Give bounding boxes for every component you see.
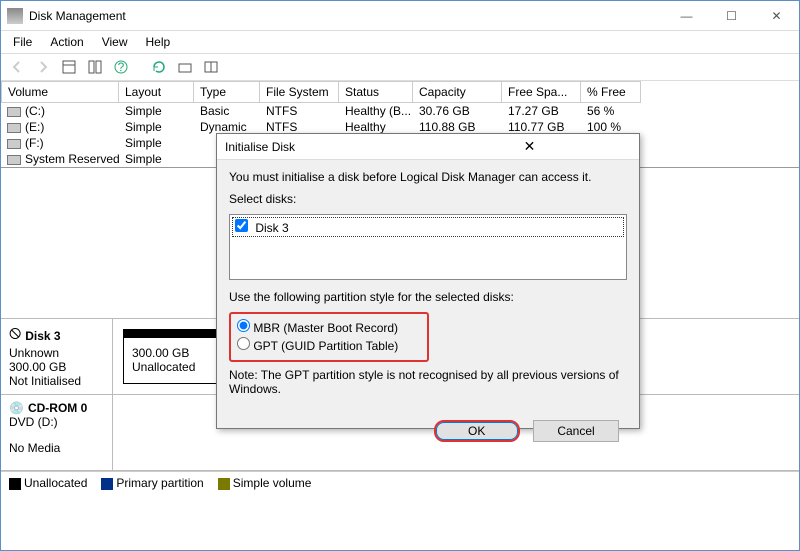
- cancel-button[interactable]: Cancel: [533, 420, 619, 442]
- disk-checkbox[interactable]: [235, 219, 248, 232]
- drive-icon: [7, 139, 21, 149]
- disc-icon: 💿: [9, 401, 24, 415]
- menu-file[interactable]: File: [5, 33, 40, 51]
- col-pct[interactable]: % Free: [581, 81, 641, 103]
- window-title: Disk Management: [29, 9, 664, 23]
- col-type[interactable]: Type: [194, 81, 260, 103]
- dialog-message: You must initialise a disk before Logica…: [229, 170, 627, 184]
- col-free[interactable]: Free Spa...: [502, 81, 581, 103]
- col-filesystem[interactable]: File System: [260, 81, 339, 103]
- col-layout[interactable]: Layout: [119, 81, 194, 103]
- disk-warning-icon: 🛇: [9, 325, 21, 346]
- minimize-button[interactable]: —: [664, 1, 709, 31]
- drive-icon: [7, 107, 21, 117]
- gpt-radio[interactable]: GPT (GUID Partition Table): [237, 336, 421, 354]
- drive-icon: [7, 155, 21, 165]
- title-bar: Disk Management — ☐ ✕: [1, 1, 799, 31]
- disk-list-item[interactable]: Disk 3: [232, 217, 624, 237]
- table-row[interactable]: (C:) Simple Basic NTFS Healthy (B... 30.…: [1, 103, 799, 119]
- dialog-note: Note: The GPT partition style is not rec…: [229, 368, 627, 396]
- forward-button[interactable]: [31, 56, 55, 78]
- grid-header: Volume Layout Type File System Status Ca…: [1, 81, 799, 103]
- mbr-radio[interactable]: MBR (Master Boot Record): [237, 318, 421, 336]
- help-icon[interactable]: ?: [109, 56, 133, 78]
- menu-help[interactable]: Help: [138, 33, 179, 51]
- drive-icon: [7, 123, 21, 133]
- legend: Unallocated Primary partition Simple vol…: [1, 471, 799, 494]
- svg-text:?: ?: [118, 60, 125, 74]
- disk-list[interactable]: Disk 3: [229, 214, 627, 280]
- app-icon: [7, 8, 23, 24]
- dialog-titlebar[interactable]: Initialise Disk ✕: [217, 134, 639, 160]
- close-icon[interactable]: ✕: [428, 138, 631, 155]
- col-status[interactable]: Status: [339, 81, 413, 103]
- partition-style-label: Use the following partition style for th…: [229, 290, 627, 304]
- swatch-simple: [218, 478, 230, 490]
- menu-action[interactable]: Action: [42, 33, 91, 51]
- toolbar: ?: [1, 53, 799, 81]
- ok-button[interactable]: OK: [434, 420, 520, 442]
- toolbar-btn-2[interactable]: [83, 56, 107, 78]
- close-button[interactable]: ✕: [754, 1, 799, 31]
- refresh-icon[interactable]: [147, 56, 171, 78]
- dialog-title: Initialise Disk: [225, 140, 428, 154]
- toolbar-btn-1[interactable]: [57, 56, 81, 78]
- swatch-unallocated: [9, 478, 21, 490]
- toolbar-btn-4[interactable]: [199, 56, 223, 78]
- col-capacity[interactable]: Capacity: [413, 81, 502, 103]
- maximize-button[interactable]: ☐: [709, 1, 754, 31]
- initialise-disk-dialog: Initialise Disk ✕ You must initialise a …: [216, 133, 640, 429]
- menu-view[interactable]: View: [94, 33, 136, 51]
- back-button[interactable]: [5, 56, 29, 78]
- disk-label: 💿CD-ROM 0 DVD (D:) No Media: [1, 395, 113, 470]
- col-volume[interactable]: Volume: [1, 81, 119, 103]
- swatch-primary: [101, 478, 113, 490]
- partition-style-group: MBR (Master Boot Record) GPT (GUID Parti…: [229, 312, 429, 362]
- toolbar-btn-3[interactable]: [173, 56, 197, 78]
- select-disks-label: Select disks:: [229, 192, 627, 206]
- menu-bar: File Action View Help: [1, 31, 799, 53]
- disk-label: 🛇Disk 3 Unknown 300.00 GB Not Initialise…: [1, 319, 113, 394]
